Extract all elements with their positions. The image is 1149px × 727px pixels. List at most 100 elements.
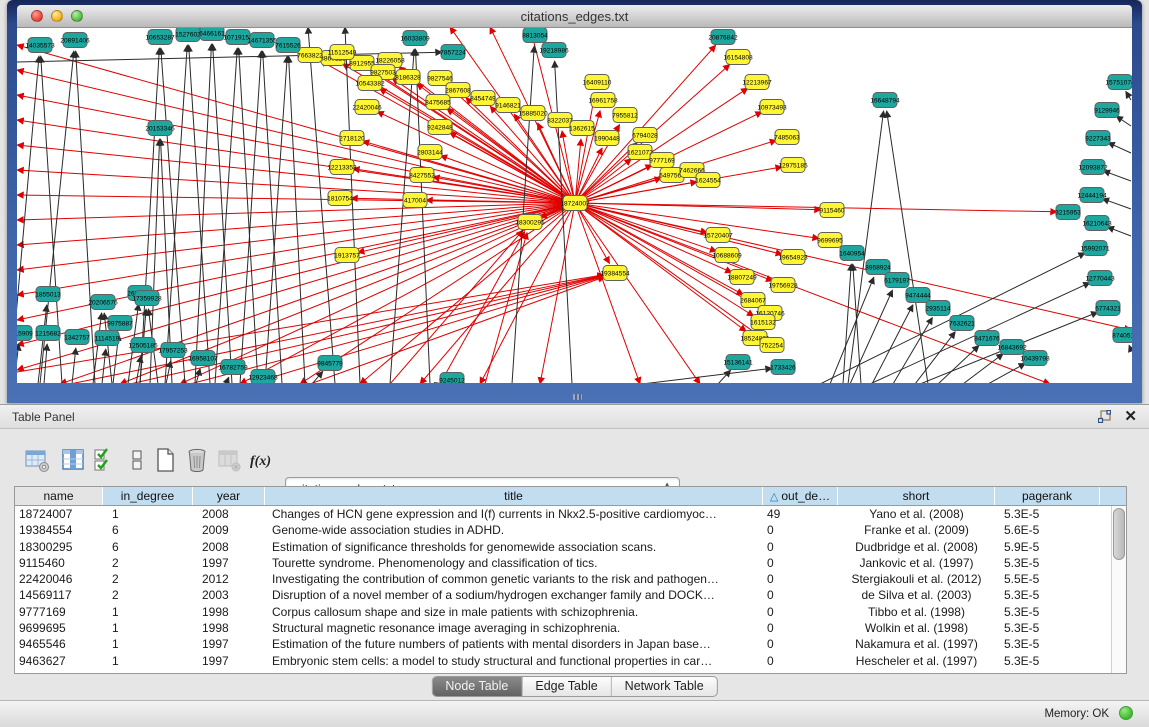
table-row[interactable]: 1938455462009Genome-wide association stu… — [15, 522, 1111, 538]
column-header-name[interactable]: name — [15, 487, 103, 505]
graph-edge[interactable] — [265, 56, 287, 383]
graph-edge[interactable] — [1129, 345, 1131, 350]
graph-edge[interactable] — [165, 45, 187, 383]
graph-node[interactable]: 10973493 — [757, 100, 787, 115]
function-builder-icon[interactable]: f(x) — [248, 447, 274, 473]
graph-edge[interactable] — [130, 275, 604, 383]
table-row[interactable]: 969969511998Structural magnetic resonanc… — [15, 620, 1111, 636]
graph-node[interactable]: 18724007 — [560, 196, 590, 211]
graph-edge[interactable] — [642, 368, 772, 383]
graph-edge[interactable] — [190, 276, 604, 383]
graph-node[interactable]: 20153346 — [145, 121, 175, 136]
window-titlebar[interactable]: citations_edges.txt — [17, 5, 1132, 28]
graph-node[interactable]: 6466161 — [199, 28, 225, 41]
graph-edge[interactable] — [17, 203, 575, 295]
graph-node[interactable]: 12975185 — [778, 158, 808, 173]
table-row[interactable]: 1456911722003Disruption of a novel membe… — [15, 587, 1111, 603]
graph-node[interactable]: 19756928 — [768, 278, 798, 293]
graph-node[interactable]: 16648794 — [870, 93, 900, 108]
graph-node[interactable]: 6774321 — [1095, 301, 1121, 316]
graph-edge[interactable] — [263, 51, 282, 383]
graph-edge[interactable] — [1103, 171, 1131, 181]
graph-node[interactable]: 17359928 — [132, 291, 162, 306]
graph-node[interactable]: 16154808 — [723, 50, 753, 65]
graph-node[interactable]: 6179197 — [884, 273, 910, 288]
select-columns-icon[interactable] — [92, 447, 118, 473]
graph-node[interactable]: 7615526 — [275, 38, 301, 53]
graph-node[interactable]: 10653287 — [145, 30, 175, 45]
graph-edge[interactable] — [196, 369, 200, 383]
graph-node[interactable]: 8471676 — [974, 331, 1000, 346]
graph-node[interactable]: 1527602 — [175, 28, 201, 42]
graph-node[interactable]: 18300295 — [515, 215, 545, 230]
graph-node[interactable]: 16843692 — [997, 340, 1027, 355]
column-header-in-degree[interactable]: in_degree — [103, 487, 193, 505]
graph-node[interactable]: 7663822 — [297, 48, 323, 63]
graph-node[interactable]: 2803144 — [417, 145, 443, 160]
graph-edge[interactable] — [17, 45, 575, 203]
graph-edge[interactable] — [830, 277, 874, 383]
graph-node[interactable]: 9777169 — [649, 153, 675, 168]
graph-node[interactable]: 20206576 — [88, 295, 118, 310]
close-panel-icon[interactable]: ✕ — [1124, 407, 1137, 425]
graph-node[interactable]: 752254 — [760, 338, 784, 353]
graph-node[interactable]: 18807249 — [727, 270, 757, 285]
graph-edge[interactable] — [102, 349, 106, 383]
graph-node[interactable]: 1810754 — [327, 191, 353, 206]
graph-edge[interactable] — [215, 48, 237, 383]
graph-node[interactable]: 16033809 — [400, 31, 430, 46]
graph-edge[interactable] — [575, 203, 717, 251]
tab-edge-table[interactable]: Edge Table — [522, 677, 611, 696]
graph-node[interactable]: 9227343 — [1085, 131, 1111, 146]
graph-node[interactable]: 7857224 — [440, 45, 466, 60]
graph-node[interactable]: 9845779 — [317, 356, 343, 371]
column-header-title[interactable]: title — [265, 487, 763, 505]
column-header-short[interactable]: short — [838, 487, 995, 505]
graph-edge[interactable] — [872, 305, 913, 383]
tab-network-table[interactable]: Network Table — [612, 677, 717, 696]
graph-node[interactable]: 9315909 — [17, 326, 33, 341]
graph-node[interactable]: 16782759 — [218, 360, 248, 375]
splitter-grip[interactable] — [573, 394, 582, 400]
graph-node[interactable]: 20876842 — [708, 30, 738, 45]
graph-node[interactable]: 9242848 — [427, 120, 453, 135]
graph-edge[interactable] — [575, 203, 640, 383]
graph-node[interactable]: 10688609 — [712, 248, 742, 263]
graph-node[interactable]: 15992071 — [1080, 241, 1110, 256]
graph-node[interactable]: 1342757 — [64, 330, 90, 345]
graph-edge[interactable] — [93, 313, 102, 383]
column-header-pagerank[interactable]: pagerank — [995, 487, 1100, 505]
row-height-icon[interactable] — [124, 447, 150, 473]
graph-node[interactable]: 9129946 — [1094, 103, 1120, 118]
graph-node[interactable]: 2935114 — [925, 301, 951, 316]
table-row[interactable]: 946362711997Embryonic stem cells: a mode… — [15, 653, 1111, 669]
graph-edge[interactable] — [1116, 116, 1131, 126]
graph-node[interactable]: 9975887 — [107, 316, 133, 331]
column-header-out-degree[interactable]: △out_de… — [763, 487, 838, 505]
graph-node[interactable]: 1640954 — [839, 246, 865, 261]
graph-edge[interactable] — [44, 344, 47, 383]
graph-edge[interactable] — [17, 120, 575, 203]
graph-node[interactable]: 8454749 — [470, 91, 496, 106]
graph-node[interactable]: 14035573 — [25, 38, 55, 53]
graph-edge[interactable] — [555, 61, 572, 383]
network-view-window[interactable]: citations_edges.txt 18724007886012389129… — [7, 0, 1142, 403]
graph-node[interactable]: 16210643 — [1082, 216, 1112, 231]
graph-node[interactable]: 17957253 — [158, 343, 188, 358]
graph-node[interactable]: 11512549 — [328, 45, 357, 60]
graph-node[interactable]: 1855013 — [35, 287, 61, 302]
graph-node[interactable]: 1990448 — [594, 131, 620, 146]
table-scrollbar-thumb[interactable] — [1113, 508, 1125, 560]
graph-edge[interactable] — [853, 264, 861, 383]
table-body[interactable]: 1872400712008Changes of HCN gene express… — [15, 506, 1111, 673]
graph-node[interactable]: 20891406 — [60, 33, 90, 48]
graph-edge[interactable] — [289, 56, 305, 383]
graph-edge[interactable] — [310, 277, 605, 383]
graph-node[interactable]: 16409110 — [583, 75, 612, 90]
table-scrollbar[interactable] — [1111, 506, 1126, 673]
graph-node[interactable]: 1733426 — [770, 360, 796, 375]
graph-node[interactable]: 15751074 — [1105, 75, 1132, 90]
float-panel-icon[interactable] — [1098, 410, 1111, 423]
graph-edge[interactable] — [988, 363, 1025, 383]
delete-table-icon[interactable] — [184, 447, 210, 473]
